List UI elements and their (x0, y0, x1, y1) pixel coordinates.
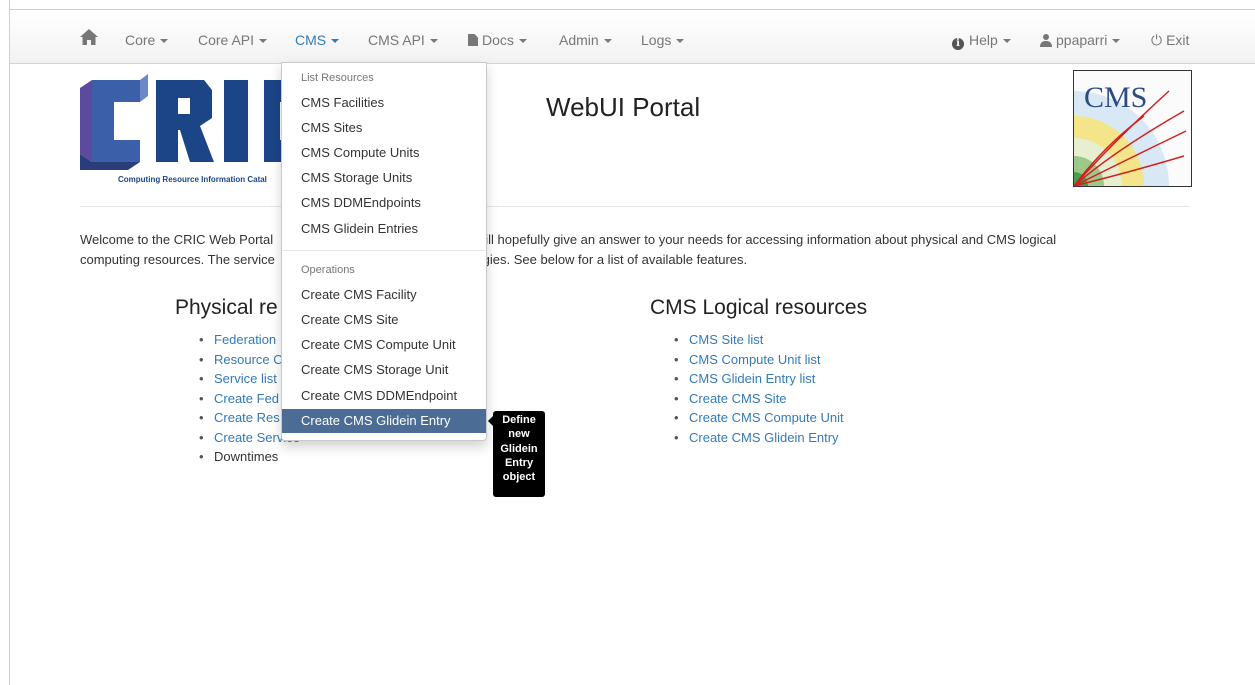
chevron-down-icon (518, 39, 527, 44)
nav-core-label: Core (125, 32, 156, 48)
nav-docs-label: Docs (482, 32, 514, 48)
nav-cms[interactable]: CMS (295, 10, 340, 63)
menu-item-cms-ddmendpoints[interactable]: CMS DDMEndpoints (282, 191, 486, 215)
nav-help-label: Help (969, 32, 998, 48)
create-federation-link[interactable]: Create Fed (214, 391, 279, 406)
dropdown-header-operations: Operations (301, 264, 355, 276)
nav-cms-api[interactable]: CMS API (368, 10, 438, 63)
welcome-line2-right: hnologies. See below for a list of avail… (450, 252, 748, 267)
nav-logs[interactable]: Logs (641, 10, 685, 63)
tooltip-line: new (508, 428, 530, 441)
nav-exit[interactable]: ⏻ Exit (1151, 10, 1189, 63)
nav-cms-api-label: CMS API (368, 32, 425, 48)
page-title: WebUI Portal (546, 92, 701, 122)
nav-user-label: ppaparri (1056, 32, 1108, 48)
chevron-down-icon (160, 39, 169, 44)
nav-admin-label: Admin (559, 32, 599, 48)
chevron-down-icon (676, 39, 685, 44)
downtimes-text: Downtimes (214, 449, 279, 464)
dropdown-divider (283, 250, 485, 251)
chevron-down-icon (259, 39, 268, 44)
cric-logo-graphic (80, 74, 290, 170)
chevron-down-icon (1112, 39, 1121, 44)
cms-site-list-link[interactable]: CMS Site list (689, 332, 763, 347)
navbar: Core Core API CMS CMS API Docs Admin Log… (10, 10, 1255, 64)
create-cms-compute-unit-link[interactable]: Create CMS Compute Unit (689, 410, 844, 425)
create-cms-site-link[interactable]: Create CMS Site (689, 391, 787, 406)
nav-core[interactable]: Core (125, 10, 169, 63)
cms-logo: CMS (1073, 70, 1192, 187)
list-item: CMS Site list (674, 330, 844, 350)
cric-caption: Computing Resource Information Catal (118, 175, 267, 184)
welcome-line1-left: Welcome to the CRIC Web Portal (80, 232, 274, 247)
tooltip-line: Entry (504, 456, 534, 469)
federation-link[interactable]: Federation (214, 332, 276, 347)
tooltip-line: object (502, 471, 536, 484)
physical-resources-title: Physical re (175, 296, 278, 319)
cms-logo-graphic: CMS (1074, 81, 1187, 186)
list-item: Create CMS Compute Unit (674, 408, 844, 428)
menu-item-create-cms-compute-unit[interactable]: Create CMS Compute Unit (282, 333, 486, 357)
nav-core-api[interactable]: Core API (198, 10, 268, 63)
cms-glidein-entry-list-link[interactable]: CMS Glidein Entry list (689, 371, 815, 386)
list-item: Create CMS Glidein Entry (674, 428, 844, 448)
home-icon[interactable] (80, 29, 98, 45)
list-item: Create CMS Site (674, 389, 844, 409)
menu-item-cms-sites[interactable]: CMS Sites (282, 116, 486, 140)
cms-logo-text: CMS (1084, 81, 1147, 114)
divider (80, 206, 1190, 207)
window-left-border (9, 0, 10, 685)
nav-logs-label: Logs (641, 32, 672, 48)
list-item: CMS Compute Unit list (674, 350, 844, 370)
menu-item-create-cms-ddmendpoint[interactable]: Create CMS DDMEndpoint (282, 384, 486, 408)
chevron-down-icon (1002, 39, 1011, 44)
list-item: CMS Glidein Entry list (674, 369, 844, 389)
info-icon: i (952, 38, 964, 50)
welcome-line2-left: computing resources. The service (80, 252, 275, 267)
dropdown-header-list-resources: List Resources (301, 72, 374, 84)
chevron-down-icon (603, 39, 612, 44)
welcome-text: Welcome to the CRIC Web Portal vice will … (80, 230, 1180, 270)
menu-item-create-cms-glidein-entry[interactable]: Create CMS Glidein Entry (282, 409, 486, 433)
user-icon (1040, 34, 1052, 47)
nav-user[interactable]: ppaparri (1040, 10, 1121, 63)
power-icon: ⏻ (1151, 33, 1163, 49)
menu-item-create-cms-site[interactable]: Create CMS Site (282, 308, 486, 332)
nav-core-api-label: Core API (198, 32, 255, 48)
tooltip-line: Define (502, 414, 536, 426)
welcome-line1-right: vice will hopefully give an answer to yo… (449, 232, 1057, 247)
nav-cms-label: CMS (295, 32, 327, 48)
list-item: Downtimes (199, 447, 300, 467)
tooltip: Define new Glidein Entry object (493, 411, 545, 497)
cms-compute-unit-list-link[interactable]: CMS Compute Unit list (689, 352, 820, 367)
nav-exit-label: Exit (1166, 32, 1190, 48)
cms-logical-resources-title: CMS Logical resources (650, 296, 868, 319)
cms-dropdown-menu: List Resources CMS Facilities CMS Sites … (281, 62, 487, 441)
menu-item-cms-glidein-entries[interactable]: CMS Glidein Entries (282, 217, 486, 241)
document-icon (468, 34, 478, 46)
create-cms-glidein-entry-link[interactable]: Create CMS Glidein Entry (689, 430, 839, 445)
cms-logical-resources-list: CMS Site list CMS Compute Unit list CMS … (674, 330, 844, 447)
service-list-link[interactable]: Service list (214, 371, 277, 386)
cric-logo (80, 70, 290, 190)
nav-docs[interactable]: Docs (468, 10, 527, 63)
resource-center-link[interactable]: Resource C (214, 352, 283, 367)
menu-item-cms-compute-units[interactable]: CMS Compute Units (282, 141, 486, 165)
nav-admin[interactable]: Admin (559, 10, 612, 63)
chevron-down-icon (331, 39, 340, 44)
menu-item-create-cms-storage-unit[interactable]: Create CMS Storage Unit (282, 358, 486, 382)
create-resource-link[interactable]: Create Res (214, 410, 280, 425)
menu-item-create-cms-facility[interactable]: Create CMS Facility (282, 283, 486, 307)
nav-help[interactable]: i Help (952, 10, 1011, 63)
menu-item-cms-facilities[interactable]: CMS Facilities (282, 91, 486, 115)
menu-item-cms-storage-units[interactable]: CMS Storage Units (282, 166, 486, 190)
chevron-down-icon (429, 39, 438, 44)
tooltip-line: Glidein (500, 442, 538, 455)
